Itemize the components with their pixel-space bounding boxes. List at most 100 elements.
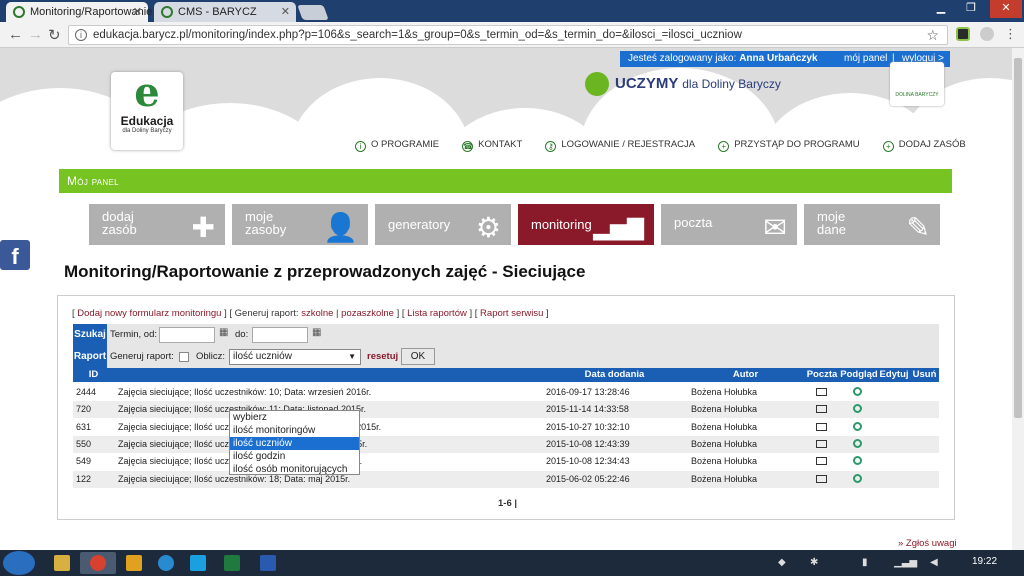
tile-moje-dane[interactable]: moje dane ✎ xyxy=(804,204,940,245)
preview-icon[interactable] xyxy=(853,473,867,485)
clock[interactable]: 19:22 xyxy=(972,556,997,567)
signal-icon[interactable]: ▁▃▅ xyxy=(894,557,917,568)
menu-icon[interactable]: ⋮ xyxy=(1004,26,1017,42)
maximize-icon[interactable]: ❐ xyxy=(958,0,984,18)
address-bar: ← → ↻ i edukacja.barycz.pl/monitoring/in… xyxy=(0,22,1024,48)
site-favicon-icon xyxy=(161,6,173,18)
bluetooth-icon[interactable]: ✱ xyxy=(810,557,818,568)
dropdown-option[interactable]: ilość uczniów xyxy=(230,437,359,450)
mail-icon[interactable] xyxy=(816,439,830,450)
table-header: ID Data dodania Autor Poczta Podgląd Edy… xyxy=(73,368,939,382)
close-tab-icon[interactable]: ✕ xyxy=(133,5,142,18)
add-form-link[interactable]: Dodaj nowy formularz monitoringu xyxy=(77,308,221,319)
nav-dodaj-zasob[interactable]: + DODAJ ZASÓB xyxy=(882,139,966,152)
row-author: Bożena Hołubka xyxy=(691,421,758,432)
nav-kontakt[interactable]: ☎ KONTAKT xyxy=(462,139,522,152)
date-from-input[interactable] xyxy=(159,327,215,343)
row-id: 720 xyxy=(76,404,92,415)
word-taskbar-icon[interactable] xyxy=(250,552,286,574)
scroll-thumb[interactable] xyxy=(1014,58,1022,418)
date-to-input[interactable] xyxy=(252,327,308,343)
report-out-link[interactable]: pozaszkolne xyxy=(341,308,394,319)
table-row: 720Zajęcia sieciujące; Ilość uczestników… xyxy=(73,401,939,419)
ie-taskbar-icon[interactable] xyxy=(148,552,184,574)
back-icon[interactable]: ← xyxy=(8,26,23,43)
dropdown-option[interactable]: wybierz xyxy=(230,411,359,424)
nav-przystap[interactable]: + PRZYSTĄP DO PROGRAMU xyxy=(718,139,860,152)
info-icon[interactable]: i xyxy=(75,29,87,41)
plus-circle-icon: + xyxy=(882,141,894,152)
dolina-baryczy-logo[interactable]: DOLINA BARYCZY xyxy=(890,62,944,106)
extension-icon[interactable] xyxy=(980,27,994,41)
row-author: Bożena Hołubka xyxy=(691,438,758,449)
page-scrollbar[interactable] xyxy=(1012,48,1024,550)
ok-button[interactable]: OK xyxy=(401,348,435,365)
excel-taskbar-icon[interactable] xyxy=(214,552,250,574)
row-id: 549 xyxy=(76,456,92,467)
my-panel-link[interactable]: mój panel xyxy=(844,53,887,64)
preview-icon[interactable] xyxy=(853,404,867,415)
mail-icon[interactable] xyxy=(816,388,830,398)
close-window-icon[interactable]: ✕ xyxy=(990,0,1022,18)
start-button[interactable] xyxy=(3,551,35,575)
reload-icon[interactable]: ↻ xyxy=(48,26,61,44)
tab-monitoring[interactable]: Monitoring/Raportowanie ✕ xyxy=(6,2,152,22)
close-tab-icon[interactable]: ✕ xyxy=(281,5,290,18)
minimize-icon[interactable]: ▁ xyxy=(928,0,954,18)
calculate-label: Oblicz: xyxy=(196,351,226,362)
preview-icon[interactable] xyxy=(853,456,867,467)
forward-icon[interactable]: → xyxy=(28,26,43,43)
table-row: 122 Zajęcia sieciujące; Ilość uczestników… xyxy=(73,470,939,488)
report-list-link[interactable]: Lista raportów xyxy=(407,308,467,319)
mail-icon[interactable] xyxy=(816,405,830,415)
row-title[interactable]: Zajęcia sieciujące; Ilość uczestników: 1… xyxy=(118,387,538,397)
row-date: 2015-10-08 12:34:43 xyxy=(546,456,630,467)
barycz-logo-text: DOLINA BARYCZY xyxy=(895,92,939,98)
tile-generatory[interactable]: generatory ⚙ xyxy=(375,204,511,245)
report-school-link[interactable]: szkolne xyxy=(301,308,333,319)
envelope-icon: ✉ xyxy=(763,212,787,243)
row-id: 631 xyxy=(76,421,92,432)
skype-taskbar-icon[interactable] xyxy=(180,552,216,574)
mail-icon[interactable] xyxy=(816,422,830,433)
extension-icon[interactable] xyxy=(956,27,970,41)
report-issue-link[interactable]: » Zgłoś uwagi xyxy=(898,538,957,549)
facebook-icon[interactable]: f xyxy=(0,240,30,270)
calendar-icon[interactable]: ▦ xyxy=(312,327,321,338)
mail-icon[interactable] xyxy=(816,457,830,467)
url-text: edukacja.barycz.pl/monitoring/index.php?… xyxy=(93,29,742,41)
preview-icon[interactable] xyxy=(853,387,867,398)
dropdown-option[interactable]: ilość osób monitorujących xyxy=(230,463,359,476)
new-tab-button[interactable] xyxy=(297,5,329,20)
tile-dodaj-zasob[interactable]: dodaj zasób ✚ xyxy=(89,204,225,245)
tile-moje-zasoby[interactable]: moje zasoby 👤 xyxy=(232,204,368,245)
preview-icon[interactable] xyxy=(853,421,867,433)
calendar-icon[interactable]: ▦ xyxy=(219,327,228,338)
url-input[interactable]: i edukacja.barycz.pl/monitoring/index.ph… xyxy=(68,25,948,45)
phone-icon: ☎ xyxy=(462,141,474,152)
report-service-link[interactable]: Raport serwisu xyxy=(480,308,543,319)
explorer-taskbar-icon[interactable] xyxy=(44,552,80,574)
nav-o-programie[interactable]: iO PROGRAMIE xyxy=(355,139,439,152)
mail-icon[interactable] xyxy=(816,474,830,485)
calculate-select[interactable]: ilość uczniów ▼ xyxy=(229,349,361,365)
network-icon[interactable]: ▮ xyxy=(862,557,868,568)
reset-link[interactable]: resetuj xyxy=(367,351,398,362)
uczymy-text: UCZYMY xyxy=(615,74,679,92)
preview-icon[interactable] xyxy=(853,438,867,450)
tile-poczta[interactable]: poczta ✉ xyxy=(661,204,797,245)
bookmark-star-icon[interactable]: ☆ xyxy=(926,27,939,44)
chrome-taskbar-icon[interactable] xyxy=(80,552,116,574)
tray-icon[interactable]: ◆ xyxy=(778,557,786,568)
edukacja-logo[interactable]: e Edukacja dla Doliny Baryczy xyxy=(111,72,183,150)
table-row: 550Zajęcia sieciujące; Ilość uczestników… xyxy=(73,435,939,453)
pagination[interactable]: 1-6 | xyxy=(498,498,517,509)
tile-monitoring[interactable]: monitoring ▂▅▇ xyxy=(518,204,654,245)
dropdown-option[interactable]: ilość godzin xyxy=(230,450,359,463)
tab-cms[interactable]: CMS - BARYCZ ✕ xyxy=(154,2,296,22)
volume-icon[interactable]: ◀ xyxy=(930,557,938,568)
nav-logowanie[interactable]: ⚷ LOGOWANIE / REJESTRACJA xyxy=(545,139,695,152)
app-taskbar-icon[interactable] xyxy=(116,552,152,574)
generate-report-checkbox[interactable] xyxy=(179,352,189,362)
dropdown-option[interactable]: ilość monitoringów xyxy=(230,424,359,437)
